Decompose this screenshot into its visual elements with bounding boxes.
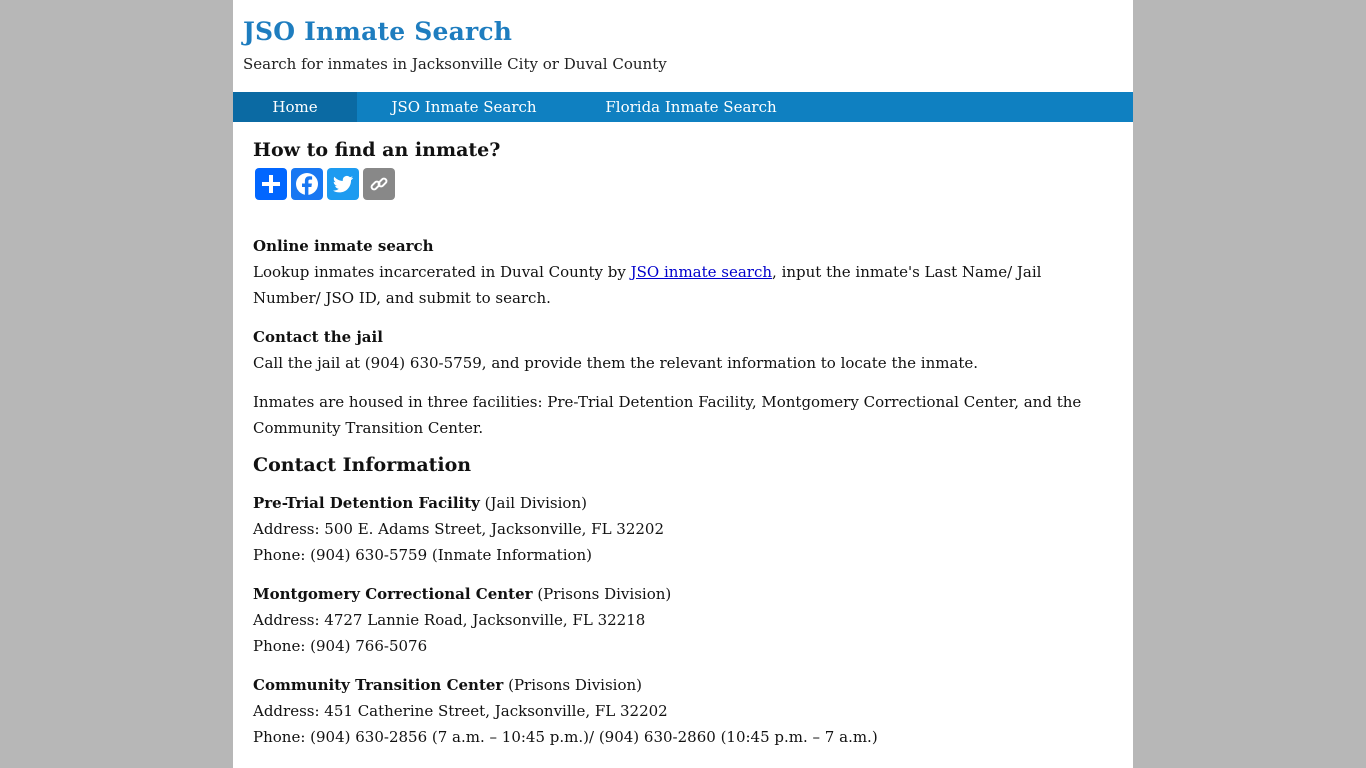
page-container: JSO Inmate Search Search for inmates in … bbox=[233, 0, 1133, 768]
facility-name: Community Transition Center bbox=[253, 676, 504, 694]
contact-jail-text: Call the jail at (904) 630-5759, and pro… bbox=[253, 354, 979, 372]
facility-name: Pre-Trial Detention Facility bbox=[253, 494, 480, 512]
copy-link-icon[interactable] bbox=[363, 168, 395, 200]
main-nav: Home JSO Inmate Search Florida Inmate Se… bbox=[233, 92, 1133, 122]
facility-division: (Jail Division) bbox=[479, 494, 587, 512]
facility-name: Montgomery Correctional Center bbox=[253, 585, 533, 603]
site-title[interactable]: JSO Inmate Search bbox=[243, 16, 512, 48]
share-plus-icon[interactable] bbox=[255, 168, 287, 200]
online-search-section: Online inmate search Lookup inmates inca… bbox=[253, 233, 1113, 311]
facilities-text: Inmates are housed in three facilities: … bbox=[253, 393, 1082, 437]
facility-phone: Phone: (904) 630-2856 (7 a.m. – 10:45 p.… bbox=[253, 728, 878, 746]
contact-jail-section: Contact the jail Call the jail at (904) … bbox=[253, 324, 1113, 376]
facility-division: (Prisons Division) bbox=[532, 585, 672, 603]
facility-pretrial: Pre-Trial Detention Facility (Jail Divis… bbox=[253, 490, 1113, 568]
jso-inmate-search-link[interactable]: JSO inmate search bbox=[631, 263, 772, 281]
contact-jail-heading: Contact the jail bbox=[253, 328, 383, 346]
facility-community-transition: Community Transition Center (Prisons Div… bbox=[253, 672, 1113, 750]
site-header: JSO Inmate Search Search for inmates in … bbox=[233, 0, 1133, 92]
facility-division: (Prisons Division) bbox=[503, 676, 642, 694]
page-heading: How to find an inmate? bbox=[253, 139, 501, 161]
facility-montgomery: Montgomery Correctional Center (Prisons … bbox=[253, 581, 1113, 659]
facility-phone: Phone: (904) 630-5759 (Inmate Informatio… bbox=[253, 546, 593, 564]
online-search-heading: Online inmate search bbox=[253, 237, 434, 255]
facility-address: Address: 451 Catherine Street, Jacksonvi… bbox=[253, 702, 668, 720]
nav-item-jso-inmate-search[interactable]: JSO Inmate Search bbox=[357, 92, 571, 122]
facilities-paragraph: Inmates are housed in three facilities: … bbox=[253, 389, 1113, 441]
nav-item-florida-inmate-search[interactable]: Florida Inmate Search bbox=[571, 92, 811, 122]
facebook-icon[interactable] bbox=[291, 168, 323, 200]
facility-address: Address: 500 E. Adams Street, Jacksonvil… bbox=[253, 520, 665, 538]
site-tagline: Search for inmates in Jacksonville City … bbox=[243, 55, 667, 73]
online-search-text-before: Lookup inmates incarcerated in Duval Cou… bbox=[253, 263, 631, 281]
facility-phone: Phone: (904) 766-5076 bbox=[253, 637, 428, 655]
twitter-icon[interactable] bbox=[327, 168, 359, 200]
facility-address: Address: 4727 Lannie Road, Jacksonville,… bbox=[253, 611, 646, 629]
nav-item-home[interactable]: Home bbox=[233, 92, 357, 122]
contact-information-heading: Contact Information bbox=[253, 454, 472, 476]
share-buttons bbox=[255, 168, 395, 200]
